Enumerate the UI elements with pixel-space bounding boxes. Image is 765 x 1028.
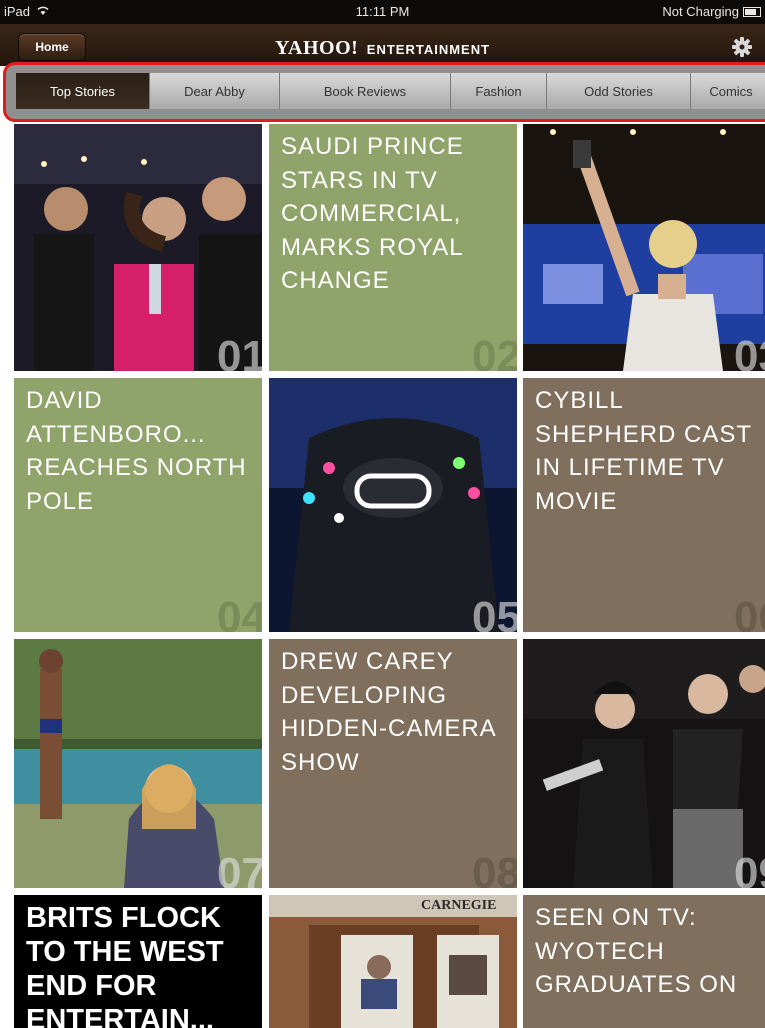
story-headline: SEEN ON TV: WYOTECH GRADUATES ON <box>535 904 738 998</box>
story-headline: DAVID ATTENBORO... REACHES NORTH POLE <box>26 387 247 515</box>
story-number: 07 <box>217 849 262 889</box>
gear-icon[interactable] <box>731 36 753 58</box>
story-tile-04[interactable]: DAVID ATTENBORO... REACHES NORTH POLE 04 <box>14 378 262 632</box>
story-photo <box>269 895 517 1028</box>
battery-icon <box>743 6 761 17</box>
story-number: 03 <box>734 332 765 372</box>
tab-odd-stories[interactable]: Odd Stories <box>547 73 691 109</box>
story-number: 08 <box>472 849 517 889</box>
tab-fashion[interactable]: Fashion <box>451 73 547 109</box>
story-photo <box>523 124 765 371</box>
category-tabs: Top Stories Dear Abby Book Reviews Fashi… <box>16 73 765 109</box>
status-bar: iPad 11:11 PM Not Charging <box>0 0 765 24</box>
story-tile-12[interactable]: SEEN ON TV: WYOTECH GRADUATES ON <box>523 895 765 1028</box>
navigation-bar: Home YAHOO! ENTERTAINMENT <box>0 24 765 66</box>
story-tile-08[interactable]: DREW CAREY DEVELOPING HIDDEN-CAMERA SHOW… <box>269 639 517 888</box>
story-tile-06[interactable]: CYBILL SHEPHERD CAST IN LIFETIME TV MOVI… <box>523 378 765 632</box>
story-number: 05 <box>472 593 517 633</box>
charging-label: Not Charging <box>662 4 739 19</box>
story-photo <box>523 639 765 888</box>
story-tile-09[interactable]: 09 <box>523 639 765 888</box>
story-tile-10[interactable]: BRITS FLOCK TO THE WEST END FOR ENTERTAI… <box>14 895 262 1028</box>
category-tabs-highlight: Top Stories Dear Abby Book Reviews Fashi… <box>3 62 765 122</box>
tab-top-stories[interactable]: Top Stories <box>16 73 150 109</box>
battery-status: Not Charging <box>662 4 761 19</box>
tab-comics[interactable]: Comics <box>691 73 765 109</box>
story-headline: BRITS FLOCK TO THE WEST END FOR ENTERTAI… <box>26 902 224 1028</box>
story-number: 04 <box>217 593 262 633</box>
yahoo-logo: YAHOO! <box>274 37 359 59</box>
tab-book-reviews[interactable]: Book Reviews <box>280 73 451 109</box>
story-number: 02 <box>472 332 517 372</box>
tab-dear-abby[interactable]: Dear Abby <box>150 73 280 109</box>
story-tile-03[interactable]: 03 <box>523 124 765 371</box>
story-tile-11[interactable]: CARNEGIE <box>269 895 517 1028</box>
story-headline: SAUDI PRINCE STARS IN TV COMMERCIAL, MAR… <box>281 133 464 294</box>
clock: 11:11 PM <box>355 4 410 19</box>
story-headline: CYBILL SHEPHERD CAST IN LIFETIME TV MOVI… <box>535 387 752 515</box>
story-number: 01 <box>217 332 262 372</box>
story-tile-01[interactable]: 01 <box>14 124 262 371</box>
brand-title: YAHOO! ENTERTAINMENT <box>0 37 765 60</box>
story-number: 06 <box>734 593 765 633</box>
carnegie-sign: CARNEGIE <box>421 898 497 913</box>
story-number: 09 <box>734 849 765 889</box>
section-title: ENTERTAINMENT <box>366 42 491 57</box>
story-headline: DREW CAREY DEVELOPING HIDDEN-CAMERA SHOW <box>281 648 496 776</box>
story-tile-05[interactable]: 05 <box>269 378 517 632</box>
story-tile-07[interactable]: 07 <box>14 639 262 888</box>
story-tile-02[interactable]: SAUDI PRINCE STARS IN TV COMMERCIAL, MAR… <box>269 124 517 371</box>
